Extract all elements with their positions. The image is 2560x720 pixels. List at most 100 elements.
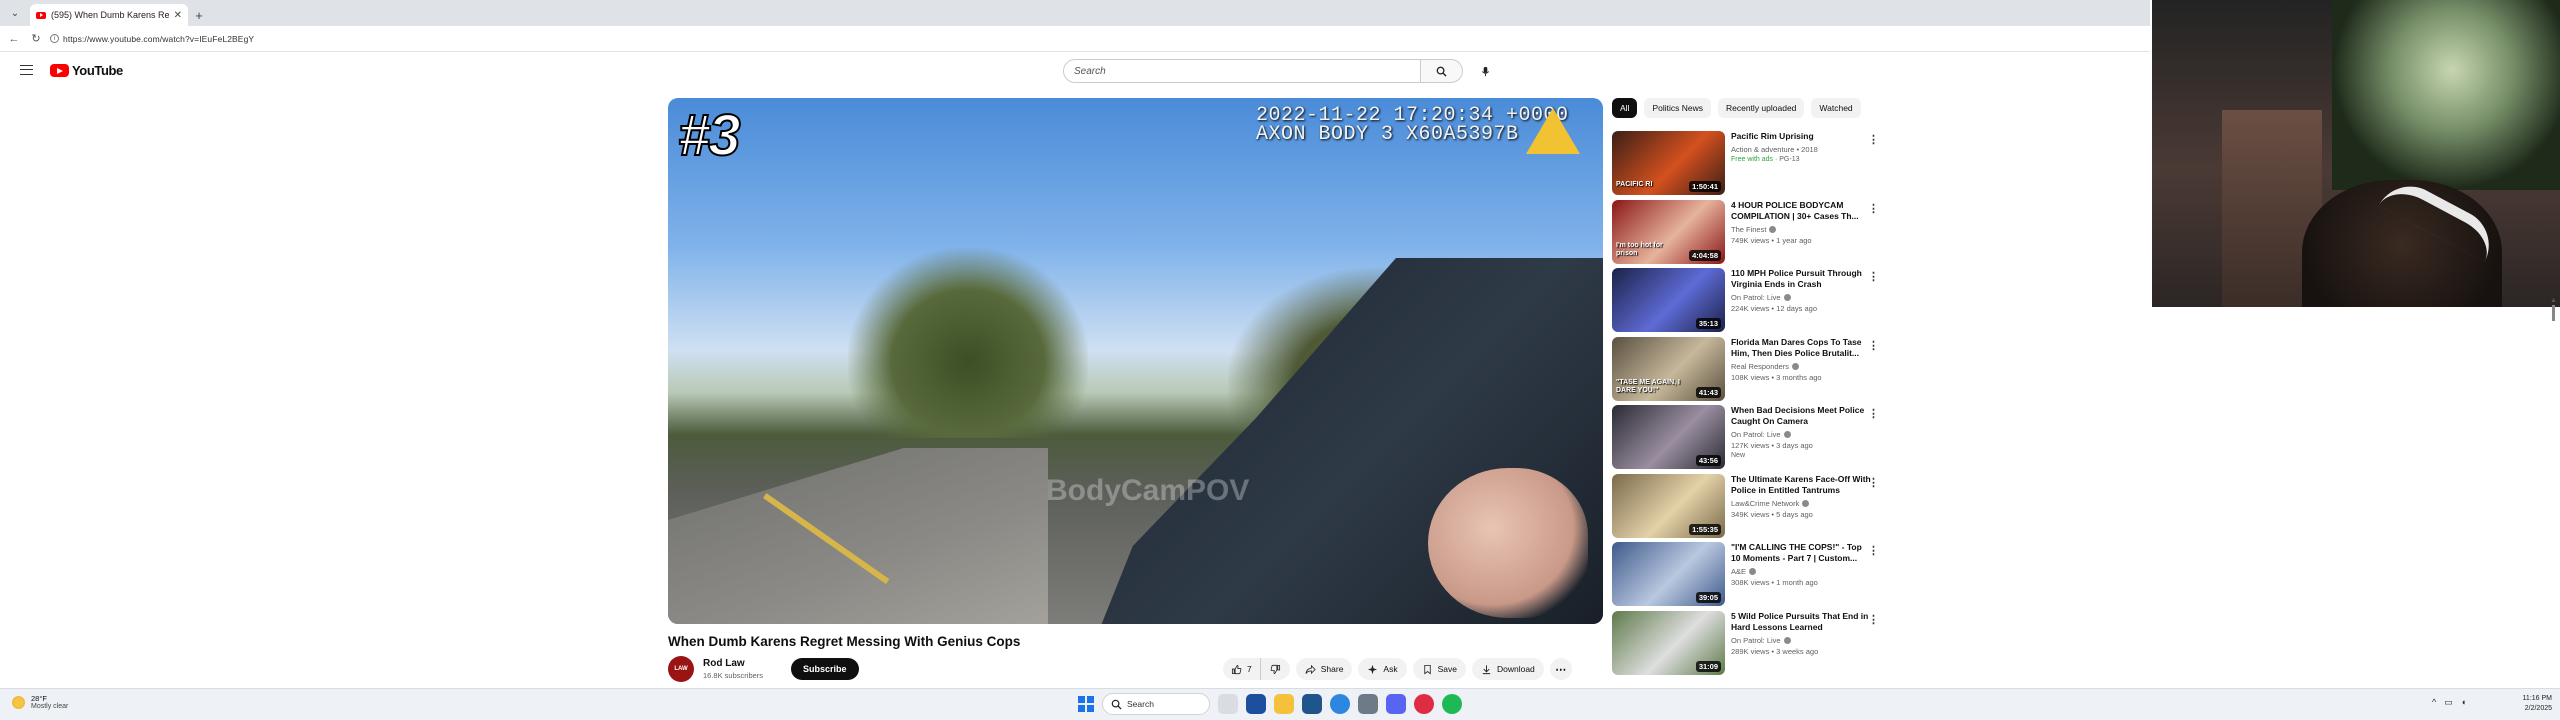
back-arrow-icon[interactable]: ← xyxy=(6,31,22,47)
subscriber-count: 16.8K subscribers xyxy=(703,671,764,680)
tray-chevron-up-icon[interactable]: ^ xyxy=(2432,697,2436,708)
hamburger-menu-icon[interactable] xyxy=(20,65,33,75)
weather-widget[interactable]: 28°F Mostly clear xyxy=(12,694,68,710)
recommendation-title[interactable]: Florida Man Dares Cops To Tase Him, Then… xyxy=(1731,337,1871,359)
chip-recently-uploaded[interactable]: Recently uploaded xyxy=(1718,98,1805,118)
more-actions-button[interactable]: ⋯ xyxy=(1549,658,1572,680)
recommendation-item[interactable]: 31:09 5 Wild Police Pursuits That End in … xyxy=(1612,610,1882,680)
new-tab-button[interactable]: + xyxy=(188,4,210,26)
file-explorer-icon[interactable] xyxy=(1274,694,1294,714)
task-view-icon[interactable] xyxy=(1218,694,1238,714)
video-player[interactable]: #3 2022-11-22 17:20:34 +0000 AXON BODY 3… xyxy=(668,98,1603,624)
free-with-ads-label: Free with ads xyxy=(1731,156,1774,163)
thumbnail-caption: PACIFIC RI xyxy=(1616,181,1653,188)
channel-name[interactable]: Rod Law xyxy=(703,658,781,669)
taskbar-search[interactable]: Search xyxy=(1102,693,1210,715)
recommendation-title[interactable]: When Bad Decisions Meet Police Caught On… xyxy=(1731,405,1871,427)
recommendation-thumbnail[interactable]: 31:09 xyxy=(1612,610,1725,675)
tab-list-chevron-icon[interactable]: ⌄ xyxy=(0,0,30,26)
store-app-icon[interactable] xyxy=(1246,694,1266,714)
recommendation-channel[interactable]: Real Responders xyxy=(1731,362,1871,371)
recommendation-channel[interactable]: On Patrol: Live xyxy=(1731,636,1871,645)
more-options-icon[interactable]: ⋮ xyxy=(1868,202,1879,215)
recommendation-item[interactable]: PACIFIC RI 1:50:41 Pacific Rim Uprising Act… xyxy=(1612,131,1882,200)
episode-number-overlay: #3 xyxy=(677,102,741,169)
recommendation-item[interactable]: 39:05 "I'M CALLING THE COPS!" - Top 10 Mo… xyxy=(1612,542,1882,611)
dislike-button[interactable] xyxy=(1261,658,1290,680)
address-bar: ← ↻ i https://www.youtube.com/watch?v=IE… xyxy=(0,26,2150,52)
recommendation-item[interactable]: I'm too hot for prison 4:04:58 4 HOUR POLI… xyxy=(1612,199,1882,269)
ask-button[interactable]: Ask xyxy=(1358,658,1407,680)
taskbar-clock[interactable]: 11:16 PM 2/2/2025 xyxy=(2506,694,2552,714)
recommendation-title[interactable]: Pacific Rim Uprising xyxy=(1731,131,1871,142)
duration-badge: 31:09 xyxy=(1695,660,1721,672)
scroll-up-arrow-icon[interactable]: ▲ xyxy=(2550,297,2557,304)
recommendation-channel-name: On Patrol: Live xyxy=(1731,293,1781,302)
recommendation-channel[interactable]: Law&Crime Network xyxy=(1731,499,1871,508)
more-options-icon[interactable]: ⋮ xyxy=(1868,339,1879,352)
recommendation-item[interactable]: 35:13 110 MPH Police Pursuit Through Virg… xyxy=(1612,268,1882,337)
recommendation-item[interactable]: 43:56 When Bad Decisions Meet Police Caug… xyxy=(1612,405,1882,474)
recommendation-title[interactable]: The Ultimate Karens Face-Off With Police… xyxy=(1731,474,1871,496)
channel-avatar[interactable]: LAW xyxy=(668,656,694,682)
recommendation-item[interactable]: "TASE ME AGAIN, I DARE YOU!" 41:43 Florida… xyxy=(1612,336,1882,406)
discord-app-icon[interactable] xyxy=(1386,694,1406,714)
recommendation-channel[interactable]: The Finest xyxy=(1731,225,1871,234)
recommendation-channel[interactable]: Action & adventure • 2018 xyxy=(1731,145,1871,154)
recommendation-title[interactable]: 110 MPH Police Pursuit Through Virginia … xyxy=(1731,268,1871,290)
recommendation-channel[interactable]: A&E xyxy=(1731,567,1871,576)
app-grid-icon[interactable] xyxy=(1302,694,1322,714)
recommendation-title[interactable]: "I'M CALLING THE COPS!" - Top 10 Moments… xyxy=(1731,542,1871,564)
more-options-icon[interactable]: ⋮ xyxy=(1868,270,1879,283)
recommendation-item[interactable]: 1:55:35 The Ultimate Karens Face-Off With… xyxy=(1612,473,1882,543)
recommendation-thumbnail[interactable]: 1:55:35 xyxy=(1612,473,1725,538)
more-options-icon[interactable]: ⋮ xyxy=(1868,476,1879,489)
youtube-logo[interactable]: YouTube xyxy=(50,63,123,78)
youtube-logo-text: YouTube xyxy=(72,63,123,78)
reload-icon[interactable]: ↻ xyxy=(28,31,44,47)
recommendation-title[interactable]: 4 HOUR POLICE BODYCAM COMPILATION | 30+ … xyxy=(1731,200,1871,222)
page-scrollbar-thumb[interactable] xyxy=(2552,305,2555,321)
more-options-icon[interactable]: ⋮ xyxy=(1868,133,1879,146)
site-info-icon[interactable]: i xyxy=(50,34,59,43)
settings-gear-icon[interactable] xyxy=(1358,694,1378,714)
rating-label: · PG-13 xyxy=(1774,156,1800,163)
duration-badge: 4:04:58 xyxy=(1689,249,1721,261)
search-input[interactable]: Search xyxy=(1063,59,1421,83)
share-button[interactable]: Share xyxy=(1295,658,1353,680)
close-tab-icon[interactable]: ✕ xyxy=(174,10,182,21)
network-icon[interactable]: ▭ xyxy=(2444,697,2453,708)
chip-all[interactable]: All xyxy=(1612,98,1638,118)
youtube-header: YouTube Search xyxy=(0,53,2150,91)
chrome-app-icon[interactable] xyxy=(1414,694,1434,714)
windows-start-icon[interactable] xyxy=(1078,696,1094,712)
more-options-icon[interactable]: ⋮ xyxy=(1868,407,1879,420)
subscribe-button[interactable]: Subscribe xyxy=(791,658,859,680)
recommendation-thumbnail[interactable]: 43:56 xyxy=(1612,405,1725,469)
recommendation-thumbnail[interactable]: "TASE ME AGAIN, I DARE YOU!" 41:43 xyxy=(1612,336,1725,401)
more-options-icon[interactable]: ⋮ xyxy=(1868,544,1879,557)
thumbs-up-icon xyxy=(1231,664,1242,674)
recommendation-thumbnail[interactable]: 35:13 xyxy=(1612,268,1725,332)
recommendation-channel-name: On Patrol: Live xyxy=(1731,430,1781,439)
download-button[interactable]: Download xyxy=(1471,658,1544,680)
url-field[interactable]: i https://www.youtube.com/watch?v=IEuFeL… xyxy=(50,34,254,44)
download-label: Download xyxy=(1496,664,1535,674)
recommendation-thumbnail[interactable]: 39:05 xyxy=(1612,542,1725,606)
volume-icon[interactable]: ◖ xyxy=(2461,697,2466,708)
browser-tab-active[interactable]: (595) When Dumb Karens Re ✕ xyxy=(30,4,188,26)
edge-browser-icon[interactable] xyxy=(1330,694,1350,714)
voice-search-button[interactable] xyxy=(1473,59,1497,83)
chip-watched[interactable]: Watched xyxy=(1811,98,1861,118)
recommendation-thumbnail[interactable]: I'm too hot for prison 4:04:58 xyxy=(1612,199,1725,264)
recommendation-channel[interactable]: On Patrol: Live xyxy=(1731,430,1871,439)
more-options-icon[interactable]: ⋮ xyxy=(1868,613,1879,626)
spotify-app-icon[interactable] xyxy=(1442,694,1462,714)
recommendation-channel[interactable]: On Patrol: Live xyxy=(1731,293,1871,302)
recommendation-title[interactable]: 5 Wild Police Pursuits That End in Hard … xyxy=(1731,611,1871,633)
like-button[interactable]: 7 xyxy=(1223,658,1261,680)
chip-politics-news[interactable]: Politics News xyxy=(1644,98,1711,118)
save-button[interactable]: Save xyxy=(1412,658,1466,680)
search-button[interactable] xyxy=(1421,59,1463,83)
recommendation-thumbnail[interactable]: PACIFIC RI 1:50:41 xyxy=(1612,131,1725,195)
